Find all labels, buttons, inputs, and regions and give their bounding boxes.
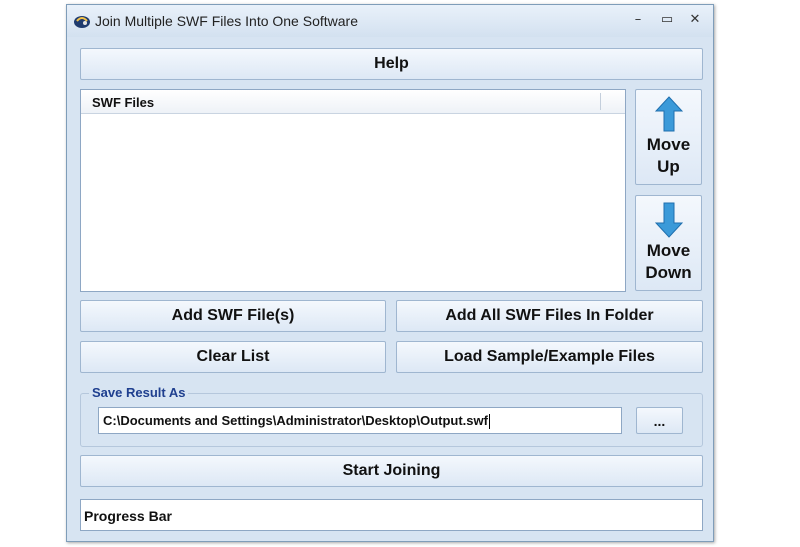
swf-files-column-header[interactable]: SWF Files bbox=[92, 95, 154, 110]
progress-bar: Progress Bar bbox=[80, 499, 703, 531]
save-result-label: Save Result As bbox=[89, 385, 189, 400]
minimize-button[interactable]: – bbox=[627, 11, 649, 29]
move-down-label-line2: Down bbox=[645, 263, 692, 282]
list-header: SWF Files bbox=[81, 90, 625, 114]
help-button[interactable]: Help bbox=[80, 48, 703, 80]
app-window: Join Multiple SWF Files Into One Softwar… bbox=[66, 4, 714, 542]
load-sample-button[interactable]: Load Sample/Example Files bbox=[396, 341, 703, 373]
swf-file-list[interactable]: SWF Files bbox=[80, 89, 626, 292]
close-button[interactable]: ✕ bbox=[684, 11, 706, 29]
move-down-button[interactable]: Move Down bbox=[635, 195, 702, 291]
clear-list-button[interactable]: Clear List bbox=[80, 341, 386, 373]
add-folder-button[interactable]: Add All SWF Files In Folder bbox=[396, 300, 703, 332]
maximize-button[interactable]: ▭ bbox=[656, 11, 678, 29]
add-swf-files-button[interactable]: Add SWF File(s) bbox=[80, 300, 386, 332]
swf-app-icon bbox=[74, 16, 90, 28]
move-up-label-line1: Move bbox=[646, 135, 691, 154]
title-bar: Join Multiple SWF Files Into One Softwar… bbox=[67, 5, 713, 37]
output-path-field[interactable]: C:\Documents and Settings\Administrator\… bbox=[98, 407, 622, 434]
arrow-up-icon bbox=[654, 96, 683, 132]
move-down-label-line1: Move bbox=[646, 241, 691, 260]
window-title: Join Multiple SWF Files Into One Softwar… bbox=[95, 13, 358, 29]
arrow-down-icon bbox=[654, 202, 683, 238]
move-up-button[interactable]: Move Up bbox=[635, 89, 702, 185]
progress-bar-label: Progress Bar bbox=[84, 508, 172, 524]
move-up-label-line2: Up bbox=[657, 157, 680, 176]
output-path-value: C:\Documents and Settings\Administrator\… bbox=[103, 413, 488, 428]
column-separator[interactable] bbox=[600, 93, 601, 110]
start-joining-button[interactable]: Start Joining bbox=[80, 455, 703, 487]
browse-button[interactable]: ... bbox=[636, 407, 683, 434]
text-caret bbox=[488, 414, 490, 430]
